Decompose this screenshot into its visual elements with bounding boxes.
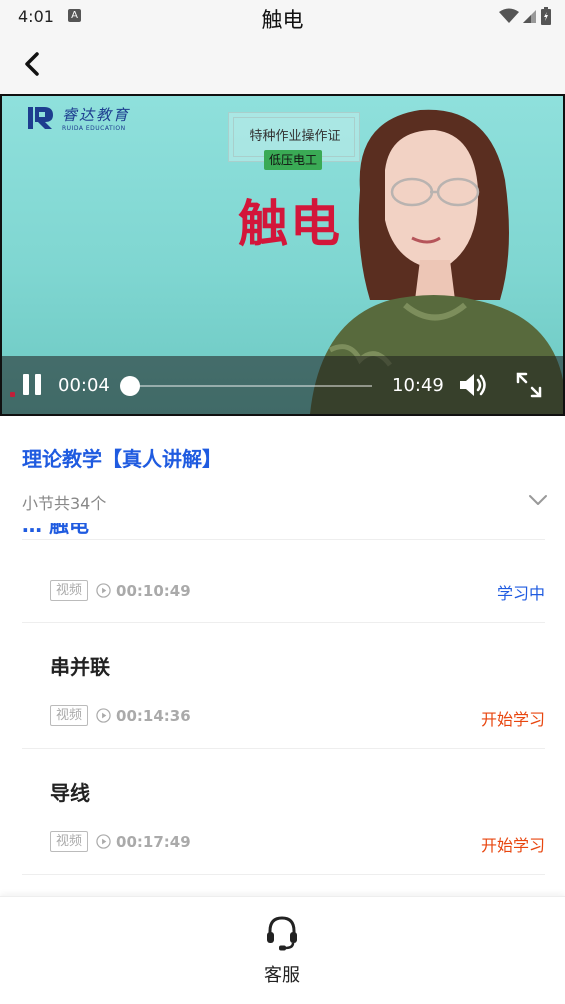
back-button[interactable]	[12, 44, 52, 84]
row-divider	[22, 874, 545, 875]
progress-handle[interactable]	[120, 376, 141, 396]
lesson-status[interactable]: 学习中	[497, 580, 545, 604]
brand-logo-icon	[28, 107, 53, 129]
app-header	[0, 36, 565, 94]
lesson-title: 导线	[50, 781, 90, 805]
course-title: 理论教学【真人讲解】	[22, 447, 222, 471]
fullscreen-icon[interactable]	[514, 370, 544, 400]
volume-icon[interactable]	[458, 371, 488, 399]
brand-name: 睿达教育	[62, 106, 131, 124]
signal-icon	[523, 10, 536, 23]
video-controls: 00:04 10:49	[2, 356, 563, 414]
lesson-duration: 00:10:49	[96, 582, 191, 600]
video-player[interactable]: 睿达教育 RUIDA EDUCATION 特种作业操作证 低压电工 触电 00:…	[0, 94, 565, 416]
page-title: 触电	[261, 8, 304, 32]
partial-list-item-title: … 触电	[22, 523, 89, 537]
video-tag: 视频	[50, 580, 89, 601]
status-bar: 4:01 A 触电	[0, 0, 565, 36]
video-tag: 视频	[50, 705, 89, 726]
lesson-item[interactable]: 串并联 视频 00:14:36 开始学习	[22, 623, 545, 749]
wifi-icon	[499, 8, 519, 23]
lesson-item[interactable]: 导线 视频 00:17:49 开始学习	[22, 749, 545, 875]
lesson-item[interactable]: 视频 00:10:49 学习中	[22, 540, 545, 623]
customer-service-label: 客服	[264, 965, 300, 986]
chevron-left-icon	[25, 52, 39, 76]
record-indicator	[10, 392, 15, 397]
brand-logo: 睿达教育 RUIDA EDUCATION	[26, 104, 130, 132]
lesson-meta: 视频 00:14:36	[50, 705, 191, 726]
status-icons	[499, 7, 551, 25]
headset-icon	[267, 916, 297, 951]
progress-bar[interactable]	[120, 376, 372, 396]
lesson-status[interactable]: 开始学习	[481, 832, 545, 856]
lesson-duration: 00:14:36	[96, 707, 191, 725]
lesson-duration: 00:17:49	[96, 833, 191, 851]
customer-service-button[interactable]: 客服	[232, 913, 332, 987]
brand-name-en: RUIDA EDUCATION	[62, 125, 126, 132]
pause-button[interactable]	[20, 372, 44, 398]
current-time: 00:04	[58, 375, 110, 396]
play-circle-icon	[96, 708, 111, 723]
total-time: 10:49	[392, 375, 444, 396]
lesson-meta: 视频 00:17:49	[50, 831, 191, 852]
video-tag: 视频	[50, 831, 89, 852]
lesson-title: 串并联	[50, 655, 110, 679]
battery-icon	[541, 7, 551, 25]
play-circle-icon	[96, 583, 111, 598]
bottom-bar: 客服	[0, 896, 565, 1004]
lesson-meta: 视频 00:10:49	[50, 580, 191, 601]
play-circle-icon	[96, 834, 111, 849]
chevron-down-icon[interactable]	[526, 488, 550, 512]
section-count: 小节共34个	[22, 494, 107, 513]
lesson-status[interactable]: 开始学习	[481, 706, 545, 730]
